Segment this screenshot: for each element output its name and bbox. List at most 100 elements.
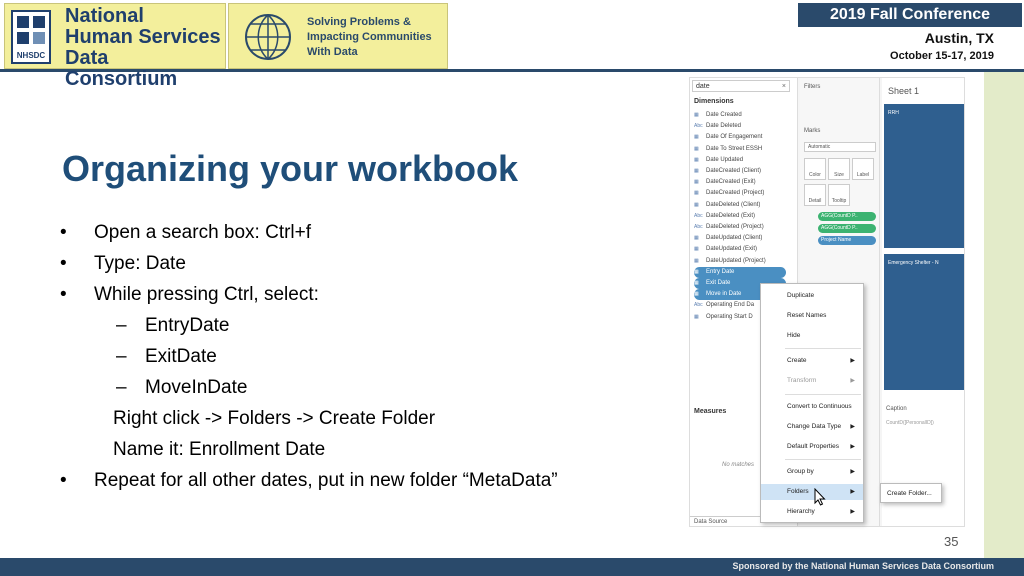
menu-item-reset-names[interactable]: Reset Names xyxy=(761,308,863,324)
dash-marker: – xyxy=(116,346,127,367)
menu-item-hide[interactable]: Hide xyxy=(761,328,863,344)
menu-item-convert-to-continuous[interactable]: Convert to Continuous xyxy=(761,399,863,415)
menu-item-create[interactable]: Create ▶ xyxy=(761,353,863,369)
network-globe-icon xyxy=(245,14,291,60)
calendar-icon: ▦ xyxy=(694,168,699,174)
menu-item-hierarchy[interactable]: Hierarchy ▶ xyxy=(761,504,863,520)
label-mark-button[interactable]: Label xyxy=(852,158,874,180)
submenu-arrow-icon: ▶ xyxy=(850,358,855,364)
calendar-icon: ▦ xyxy=(694,257,699,264)
dimension-field[interactable]: Abc Date Deleted xyxy=(694,121,741,132)
dimension-label: DateCreated (Client) xyxy=(706,168,762,174)
create-folder-menu-item[interactable]: Create Folder... xyxy=(880,483,942,503)
filters-label: Filters xyxy=(804,84,821,90)
dimension-field[interactable]: ▦ DateUpdated (Exit) xyxy=(694,244,757,255)
calendar-icon: ▦ xyxy=(694,246,699,253)
menu-item-duplicate[interactable]: Duplicate xyxy=(761,288,863,304)
detail-mark-button[interactable]: Detail xyxy=(804,184,826,206)
mark-pill[interactable]: AGG(CountD P.. xyxy=(818,212,876,221)
calendar-icon: ▦ xyxy=(694,268,699,275)
calendar-icon: ▦ xyxy=(694,145,699,152)
dimension-label: DateUpdated (Exit) xyxy=(706,246,758,253)
bullet-dot: • xyxy=(60,470,67,491)
field-search-input[interactable]: date × xyxy=(692,80,790,92)
sheet-title: Sheet 1 xyxy=(888,86,920,96)
string-type-icon: Abc xyxy=(694,302,703,309)
menu-item-label: Change Data Type xyxy=(787,423,842,430)
menu-item-label: Transform xyxy=(787,377,817,384)
search-value: date xyxy=(696,83,710,90)
dimension-field[interactable]: ▦ DateCreated (Client) xyxy=(694,166,761,177)
dimension-label: Date To Street ESSH xyxy=(706,145,763,152)
clear-search-icon[interactable]: × xyxy=(782,81,786,92)
menu-item-transform[interactable]: Transform ▶ xyxy=(761,373,863,389)
measures-header: Measures xyxy=(694,408,727,415)
dimension-label: DateDeleted (Project) xyxy=(706,224,764,230)
dimension-field[interactable]: ▦ Date To Street ESSH xyxy=(694,144,762,155)
dimension-label: DateCreated (Exit) xyxy=(706,179,756,186)
dimension-label: Date Created xyxy=(706,112,742,118)
marks-type-select[interactable]: Automatic xyxy=(804,142,876,152)
dimension-field[interactable]: ▦ DateDeleted (Client) xyxy=(694,200,760,211)
dimension-field[interactable]: ▦ Operating Start D xyxy=(694,312,753,323)
mark-pill[interactable]: Project Name xyxy=(818,236,876,245)
mark-pill[interactable]: AGG(CountD P.. xyxy=(818,224,876,233)
dimension-field[interactable]: Abc Operating End Da xyxy=(694,300,754,311)
slide-footer: Sponsored by the National Human Services… xyxy=(0,558,1024,576)
calendar-icon: ▦ xyxy=(694,179,699,186)
conference-city: Austin, TX xyxy=(924,30,994,46)
menu-item-label: Default Properties xyxy=(787,443,840,450)
instruction-text: Name it: Enrollment Date xyxy=(113,439,326,460)
marks-label: Marks xyxy=(804,128,821,134)
dimension-label: DateDeleted (Client) xyxy=(706,201,761,208)
sponsor-text: Sponsored by the National Human Services… xyxy=(732,561,994,571)
tagline-line-2: Impacting Communities xyxy=(307,31,432,43)
menu-item-group-by[interactable]: Group by ▶ xyxy=(761,464,863,480)
dimension-field[interactable]: ▦ Date Created xyxy=(694,110,742,121)
logo-line-3: Data Consortium xyxy=(65,47,178,90)
dimension-field[interactable]: Abc DateDeleted (Exit) xyxy=(694,211,755,222)
submenu-arrow-icon: ▶ xyxy=(850,378,855,384)
page-number: 35 xyxy=(944,534,959,549)
string-type-icon: Abc xyxy=(694,123,703,130)
dimension-label: Exit Date xyxy=(706,280,731,286)
menu-separator xyxy=(785,348,861,349)
calendar-icon: ▦ xyxy=(694,190,699,197)
submenu-arrow-icon: ▶ xyxy=(850,444,855,450)
tooltip-mark-button[interactable]: Tooltip xyxy=(828,184,850,206)
bullet-dot: • xyxy=(60,253,67,274)
side-decoration xyxy=(984,72,1024,560)
instruction-text: Right click -> Folders -> Create Folder xyxy=(113,408,436,429)
menu-item-label: Group by xyxy=(787,468,814,475)
menu-item-default-properties[interactable]: Default Properties ▶ xyxy=(761,439,863,455)
caption-label: Caption xyxy=(886,406,907,412)
calendar-icon: ▦ xyxy=(694,313,699,320)
logo-line-1: National xyxy=(65,5,144,27)
logo-text: National Human Services Data Consortium xyxy=(65,6,225,90)
color-mark-button[interactable]: Color xyxy=(804,158,826,180)
menu-item-label: Reset Names xyxy=(787,312,827,319)
dimension-field[interactable]: Abc DateDeleted (Project) xyxy=(694,222,764,233)
menu-item-label: Duplicate xyxy=(787,292,815,299)
dimension-field[interactable]: ▦ Date Updated xyxy=(694,155,743,166)
menu-item-label: Convert to Continuous xyxy=(787,403,852,410)
nhsdc-logo: NHSDC National Human Services Data Conso… xyxy=(4,3,226,90)
logo-badge-text: NHSDC xyxy=(16,51,46,60)
dimension-field[interactable]: ▦ DateUpdated (Client) xyxy=(694,233,762,244)
dimension-field[interactable]: ▦ DateCreated (Project) xyxy=(694,188,764,199)
bullet-text: While pressing Ctrl, select: xyxy=(94,284,319,305)
dimension-field[interactable]: ▦ Date Of Engagement xyxy=(694,132,762,143)
dimension-label: Date Deleted xyxy=(706,123,742,130)
dimension-label: Entry Date xyxy=(706,268,735,275)
submenu-arrow-icon: ▶ xyxy=(850,509,855,515)
dimension-label: Move in Date xyxy=(706,291,742,298)
menu-separator xyxy=(785,394,861,395)
calendar-icon: ▦ xyxy=(694,156,699,163)
size-mark-button[interactable]: Size xyxy=(828,158,850,180)
dimension-field[interactable]: ▦ Entry Date xyxy=(694,266,786,278)
dimension-field[interactable]: ▦ DateCreated (Exit) xyxy=(694,177,756,188)
menu-item-folders[interactable]: Folders ▶ xyxy=(761,484,863,500)
submenu-arrow-icon: ▶ xyxy=(850,489,855,495)
menu-item-change-data-type[interactable]: Change Data Type ▶ xyxy=(761,419,863,435)
dimension-field[interactable]: ▦ DateUpdated (Project) xyxy=(694,256,766,267)
